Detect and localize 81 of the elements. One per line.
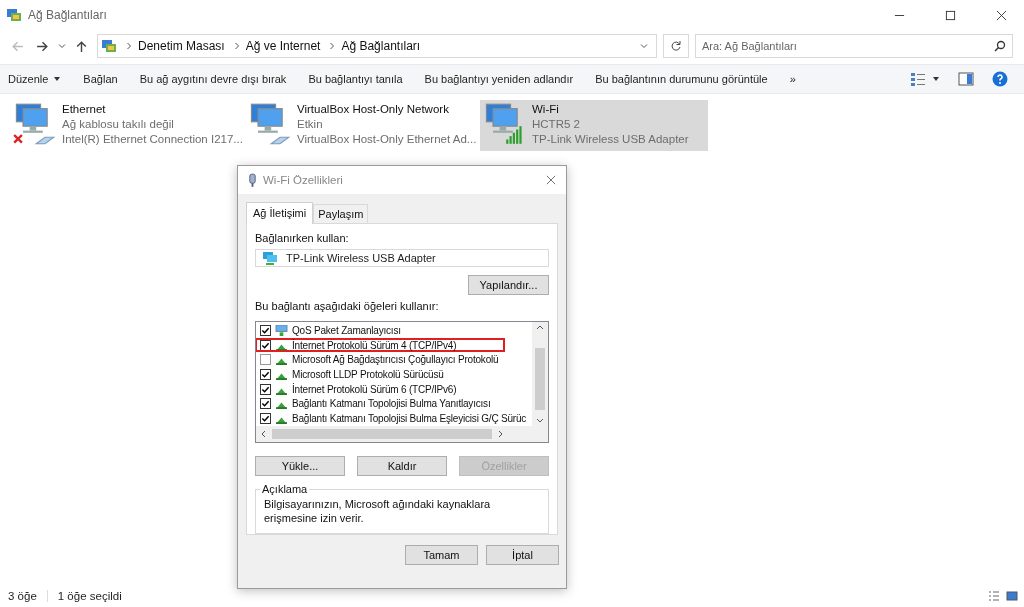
chevron-right-icon [233,42,240,50]
breadcrumb-item[interactable]: Denetim Masası [138,39,225,53]
network-folder-icon [101,38,117,54]
up-arrow-icon[interactable] [75,39,88,53]
configure-button[interactable]: Yapılandır... [468,275,549,295]
adapter-name: Wi-Fi [532,102,560,117]
selection-count: 1 öğe seçildi [46,590,132,602]
items-label: Bu bağlantı aşağıdaki öğeleri kullanır: [255,300,440,312]
help-icon[interactable] [992,71,1008,87]
scroll-left-icon[interactable] [260,430,268,438]
caret-icon[interactable] [53,75,62,83]
component-item[interactable]: Bağlantı Katmanı Topolojisi Bulma Eşleyicisi G/Ç Sürüc [292,412,527,424]
breadcrumb-item[interactable]: Ağ Bağlantıları [341,39,421,53]
scroll-right-icon[interactable] [496,430,504,438]
checkbox[interactable] [260,412,271,424]
refresh-button[interactable] [663,34,689,58]
component-item[interactable]: İnternet Protokolü Sürüm 4 (TCP/IPv4) [292,339,457,351]
chevron-right-icon [126,42,132,50]
component-item[interactable]: Microsoft LLDP Protokolü Sürücüsü [292,368,444,380]
network-adapter-icon [262,250,278,266]
toolbar-button[interactable]: Bu bağlantıyı yeniden adlandır [418,70,580,88]
window-title: Ağ Bağlantıları [28,8,107,22]
view-options-icon[interactable] [910,71,926,87]
network-folder-icon [6,7,22,23]
checkbox[interactable] [260,398,271,410]
preview-pane-icon[interactable] [958,71,974,87]
maximize-icon[interactable] [945,9,956,21]
action-button[interactable]: Kaldır [357,456,447,476]
adapter-name: TP-Link Wireless USB Adapter [286,252,436,264]
component-item[interactable]: QoS Paket Zamanlayıcısı [292,324,401,336]
service-icon [275,324,288,336]
adapter-name: VirtualBox Host-Only Network [297,102,450,117]
checkbox[interactable] [260,383,271,395]
component-item[interactable]: Microsoft Ağ Bağdaştırıcısı Çoğullayıcı Protokolü [292,354,499,366]
dialog-tab[interactable]: Ağ İletişimi [246,202,314,224]
adapter-name: Ethernet [62,102,107,117]
forward-arrow-icon[interactable] [36,39,49,53]
checkbox[interactable] [260,324,271,336]
breadcrumb-item[interactable]: Ağ ve Internet [245,39,321,53]
close-icon[interactable] [996,9,1007,21]
checkbox[interactable] [260,354,271,366]
disconnected-adapter-icon [12,102,56,146]
checkbox[interactable] [260,339,271,351]
vertical-scrollbar[interactable] [532,322,548,426]
address-bar[interactable]: Denetim Masası Ağ ve Internet Ağ Bağlantıları [97,34,657,58]
adapter-device: Intel(R) Ethernet Connection I217... [62,132,243,147]
description-text: Bilgisayarınızın, Microsoft ağındaki kaynaklara erişmesine izin verir. [264,498,491,524]
action-button[interactable]: Yükle... [255,456,345,476]
item-count: 3 öğe [8,590,38,602]
adapter-device: VirtualBox Host-Only Ethernet Ad... [297,132,477,147]
toolbar-button[interactable]: Bu bağlantıyı tanıla [302,70,409,88]
group-title: Açıklama [261,483,309,495]
close-icon[interactable] [546,175,556,185]
search-icon [994,40,1006,52]
adapter-status: Etkin [297,117,324,132]
toolbar-button[interactable]: Bağlan [77,70,124,88]
component-item[interactable]: İnternet Protokolü Sürüm 6 (TCP/IPv6) [292,383,457,395]
refresh-icon[interactable] [670,40,682,52]
adapter-device: TP-Link Wireless USB Adapter [532,132,689,147]
adapter-status: Ağ kablosu takılı değil [62,117,175,132]
dialog-button[interactable]: Tamam [405,545,478,565]
toolbar-button[interactable]: Düzenle [2,70,68,88]
horizontal-scrollbar[interactable] [256,426,548,442]
adapter-status: HCTR5 2 [532,117,581,132]
search-field[interactable]: Ara: Ağ Bağlantıları [695,34,1013,58]
network-adapter-item[interactable]: Wi-Fi HCTR5 2 TP-Link Wireless USB Adapter [480,100,708,151]
connect-using-label: Bağlanırken kullan: [255,232,350,244]
scroll-up-icon[interactable] [536,324,544,332]
toolbar-button[interactable]: » [783,70,802,88]
dialog-tab[interactable]: Paylaşım [313,204,369,223]
toolbar-button[interactable]: Bu bağlantının durumunu görüntüle [589,70,774,88]
usb-adapter-icon [248,172,257,188]
scroll-down-icon[interactable] [536,416,544,424]
dialog-title: Wi-Fi Özellikleri [263,174,343,186]
chevron-right-icon [329,42,336,50]
checkbox[interactable] [260,368,271,380]
component-item[interactable]: Bağlantı Katmanı Topolojisi Bulma Yanıtlayıcısı [292,398,491,410]
large-icons-view-icon[interactable] [1006,590,1018,602]
toolbar-button[interactable]: Bu ağ aygıtını devre dışı bırak [133,70,293,88]
caret-icon[interactable] [932,75,940,83]
dialog-button[interactable]: İptal [486,545,559,565]
